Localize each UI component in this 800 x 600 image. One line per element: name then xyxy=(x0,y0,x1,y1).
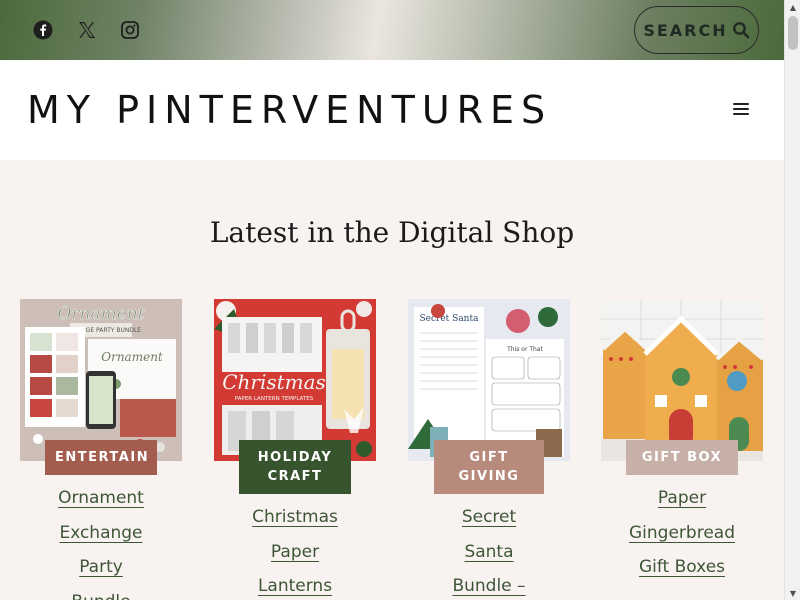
product-title-line: Paper xyxy=(270,541,320,562)
product-title-line: Santa xyxy=(464,541,514,562)
product-title-line: Exchange xyxy=(59,522,143,543)
product-card: GIFT BOX Paper Gingerbread Gift Boxes xyxy=(601,299,763,577)
search-button[interactable]: SEARCH xyxy=(634,6,759,54)
product-title-link[interactable]: Ornament Exchange Party Bundle xyxy=(20,481,182,600)
product-title-link[interactable]: Secret Santa Bundle – xyxy=(408,500,570,600)
product-image-secret-santa[interactable]: Secret Santa This or That xyxy=(408,299,570,461)
facebook-icon[interactable] xyxy=(31,18,55,42)
category-badge-text: GIFT GIVING xyxy=(458,450,520,484)
site-title[interactable]: MY PINTERVENTURES xyxy=(27,88,552,132)
scrollbar-thumb[interactable] xyxy=(788,16,798,50)
main-content: Latest in the Digital Shop Ornament EXCH… xyxy=(0,160,784,600)
scroll-down-arrow-icon[interactable]: ▼ xyxy=(785,586,800,600)
product-title-line: Secret xyxy=(461,507,517,527)
product-title-line: Christmas xyxy=(252,507,338,527)
product-title-line: Gingerbread xyxy=(629,522,735,543)
scroll-up-arrow-icon[interactable]: ▲ xyxy=(785,0,800,14)
category-badge-text: HOLIDAY CRAFT xyxy=(257,450,333,484)
site-header: MY PINTERVENTURES xyxy=(0,60,784,160)
search-button-label: SEARCH xyxy=(643,20,728,40)
vertical-scrollbar[interactable]: ▲ ▼ xyxy=(784,0,800,600)
product-image-gingerbread-boxes[interactable] xyxy=(601,299,763,461)
category-badge[interactable]: HOLIDAY CRAFT xyxy=(239,440,351,494)
product-title-line: Bundle xyxy=(20,585,182,600)
product-card: Ornament EXCHANGE PARTY BUNDLE Ornament xyxy=(20,299,182,600)
category-badge[interactable]: ENTERTAIN xyxy=(45,440,157,475)
x-twitter-icon[interactable] xyxy=(75,18,99,42)
svg-text:This or That: This or That xyxy=(506,346,543,353)
svg-text:PAPER LANTERN TEMPLATES: PAPER LANTERN TEMPLATES xyxy=(235,396,314,402)
svg-text:Christmas: Christmas xyxy=(222,370,326,394)
product-title-line: Gift Boxes xyxy=(638,557,726,577)
top-bar: SEARCH xyxy=(0,0,784,60)
search-icon xyxy=(732,22,749,39)
svg-text:Secret Santa: Secret Santa xyxy=(420,314,480,324)
product-title-line: Bundle – xyxy=(452,576,526,596)
product-title-line: Ornament xyxy=(58,488,144,508)
category-badge[interactable]: GIFT GIVING xyxy=(434,440,544,494)
hamburger-menu-icon[interactable] xyxy=(733,103,749,117)
product-title-line: Lanterns xyxy=(257,576,333,596)
instagram-icon[interactable] xyxy=(118,18,142,42)
product-title-line: Paper xyxy=(657,488,707,508)
svg-text:Ornament: Ornament xyxy=(101,350,163,364)
product-title-link[interactable]: Paper Gingerbread Gift Boxes xyxy=(601,481,763,585)
category-badge[interactable]: GIFT BOX xyxy=(626,440,738,475)
section-heading: Latest in the Digital Shop xyxy=(209,216,575,249)
product-image-ornament-exchange[interactable]: Ornament EXCHANGE PARTY BUNDLE Ornament xyxy=(20,299,182,461)
svg-text:Ornament: Ornament xyxy=(57,304,144,324)
browser-viewport: SEARCH MY PINTERVENTURES Latest in the D… xyxy=(0,0,800,600)
product-card: Christmas PAPER LANTERN TEMPLATES HOLIDA… xyxy=(214,299,376,596)
product-image-christmas-lanterns[interactable]: Christmas PAPER LANTERN TEMPLATES xyxy=(214,299,376,461)
product-title-line: Party xyxy=(79,557,123,577)
product-card: Secret Santa This or That GIFT GIVING Se… xyxy=(408,299,570,596)
product-title-link[interactable]: Christmas Paper Lanterns xyxy=(214,500,376,600)
